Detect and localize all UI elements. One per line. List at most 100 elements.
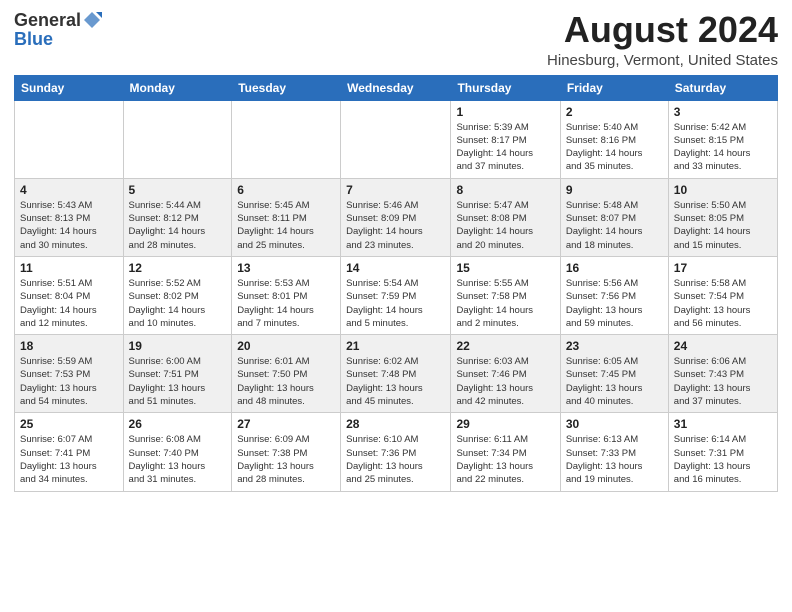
day-number: 16 (566, 261, 663, 275)
calendar-day-header: Thursday (451, 75, 560, 100)
day-info: Sunrise: 5:47 AM Sunset: 8:08 PM Dayligh… (456, 199, 554, 252)
header: General Blue August 2024 Hinesburg, Verm… (14, 10, 778, 69)
day-info: Sunrise: 6:13 AM Sunset: 7:33 PM Dayligh… (566, 433, 663, 486)
calendar-week-row: 18 Sunrise: 5:59 AM Sunset: 7:53 PM Dayli… (15, 335, 778, 413)
day-info: Sunrise: 5:48 AM Sunset: 8:07 PM Dayligh… (566, 199, 663, 252)
calendar-day-cell: 24 Sunrise: 6:06 AM Sunset: 7:43 PM Dayli… (668, 335, 777, 413)
calendar-day-header: Friday (560, 75, 668, 100)
day-number: 2 (566, 105, 663, 119)
day-info: Sunrise: 6:01 AM Sunset: 7:50 PM Dayligh… (237, 355, 335, 408)
title-area: August 2024 Hinesburg, Vermont, United S… (547, 10, 778, 69)
day-number: 22 (456, 339, 554, 353)
day-number: 3 (674, 105, 772, 119)
calendar-day-cell: 10 Sunrise: 5:50 AM Sunset: 8:05 PM Dayli… (668, 178, 777, 256)
day-number: 30 (566, 417, 663, 431)
calendar-empty-cell (232, 100, 341, 178)
calendar-day-header: Wednesday (341, 75, 451, 100)
day-number: 19 (129, 339, 227, 353)
day-number: 11 (20, 261, 118, 275)
day-number: 24 (674, 339, 772, 353)
calendar-day-cell: 5Sunrise: 5:44 AM Sunset: 8:12 PM Daylig… (123, 178, 232, 256)
day-number: 13 (237, 261, 335, 275)
day-info: Sunrise: 5:52 AM Sunset: 8:02 PM Dayligh… (129, 277, 227, 330)
calendar-header-row: SundayMondayTuesdayWednesdayThursdayFrid… (15, 75, 778, 100)
calendar-day-cell: 29 Sunrise: 6:11 AM Sunset: 7:34 PM Dayli… (451, 413, 560, 491)
calendar-day-cell: 20Sunrise: 6:01 AM Sunset: 7:50 PM Dayli… (232, 335, 341, 413)
day-info: Sunrise: 6:05 AM Sunset: 7:45 PM Dayligh… (566, 355, 663, 408)
day-number: 4 (20, 183, 118, 197)
page: General Blue August 2024 Hinesburg, Verm… (0, 0, 792, 612)
day-number: 12 (129, 261, 227, 275)
calendar-day-cell: 15 Sunrise: 5:55 AM Sunset: 7:58 PM Dayli… (451, 256, 560, 334)
day-info: Sunrise: 6:00 AM Sunset: 7:51 PM Dayligh… (129, 355, 227, 408)
calendar-day-cell: 30 Sunrise: 6:13 AM Sunset: 7:33 PM Dayli… (560, 413, 668, 491)
calendar-week-row: 4 Sunrise: 5:43 AM Sunset: 8:13 PM Daylig… (15, 178, 778, 256)
calendar-week-row: 1Sunrise: 5:39 AM Sunset: 8:17 PM Daylig… (15, 100, 778, 178)
logo-icon (82, 10, 102, 30)
day-number: 8 (456, 183, 554, 197)
calendar-day-cell: 9 Sunrise: 5:48 AM Sunset: 8:07 PM Daylig… (560, 178, 668, 256)
day-info: Sunrise: 5:46 AM Sunset: 8:09 PM Dayligh… (346, 199, 445, 252)
day-number: 31 (674, 417, 772, 431)
day-number: 28 (346, 417, 445, 431)
calendar-day-cell: 18 Sunrise: 5:59 AM Sunset: 7:53 PM Dayli… (15, 335, 124, 413)
day-info: Sunrise: 6:09 AM Sunset: 7:38 PM Dayligh… (237, 433, 335, 486)
calendar-day-cell: 26 Sunrise: 6:08 AM Sunset: 7:40 PM Dayli… (123, 413, 232, 491)
logo: General (14, 10, 103, 30)
day-number: 23 (566, 339, 663, 353)
calendar-day-cell: 6Sunrise: 5:45 AM Sunset: 8:11 PM Daylig… (232, 178, 341, 256)
calendar-day-cell: 25 Sunrise: 6:07 AM Sunset: 7:41 PM Dayli… (15, 413, 124, 491)
day-info: Sunrise: 6:08 AM Sunset: 7:40 PM Dayligh… (129, 433, 227, 486)
day-number: 25 (20, 417, 118, 431)
day-number: 17 (674, 261, 772, 275)
calendar-day-cell: 4 Sunrise: 5:43 AM Sunset: 8:13 PM Daylig… (15, 178, 124, 256)
calendar-day-cell: 31 Sunrise: 6:14 AM Sunset: 7:31 PM Dayli… (668, 413, 777, 491)
day-number: 26 (129, 417, 227, 431)
day-info: Sunrise: 6:11 AM Sunset: 7:34 PM Dayligh… (456, 433, 554, 486)
day-number: 5 (129, 183, 227, 197)
day-info: Sunrise: 5:50 AM Sunset: 8:05 PM Dayligh… (674, 199, 772, 252)
day-info: Sunrise: 5:53 AM Sunset: 8:01 PM Dayligh… (237, 277, 335, 330)
calendar-day-cell: 14Sunrise: 5:54 AM Sunset: 7:59 PM Dayli… (341, 256, 451, 334)
day-info: Sunrise: 6:10 AM Sunset: 7:36 PM Dayligh… (346, 433, 445, 486)
day-info: Sunrise: 5:43 AM Sunset: 8:13 PM Dayligh… (20, 199, 118, 252)
day-number: 7 (346, 183, 445, 197)
calendar-day-cell: 3Sunrise: 5:42 AM Sunset: 8:15 PM Daylig… (668, 100, 777, 178)
calendar-day-cell: 16 Sunrise: 5:56 AM Sunset: 7:56 PM Dayli… (560, 256, 668, 334)
day-number: 29 (456, 417, 554, 431)
day-number: 1 (456, 105, 554, 119)
calendar-day-cell: 17 Sunrise: 5:58 AM Sunset: 7:54 PM Dayli… (668, 256, 777, 334)
day-info: Sunrise: 5:51 AM Sunset: 8:04 PM Dayligh… (20, 277, 118, 330)
calendar-day-cell: 1Sunrise: 5:39 AM Sunset: 8:17 PM Daylig… (451, 100, 560, 178)
day-info: Sunrise: 5:55 AM Sunset: 7:58 PM Dayligh… (456, 277, 554, 330)
day-number: 21 (346, 339, 445, 353)
calendar: SundayMondayTuesdayWednesdayThursdayFrid… (14, 75, 778, 492)
day-number: 18 (20, 339, 118, 353)
calendar-day-cell: 19 Sunrise: 6:00 AM Sunset: 7:51 PM Dayli… (123, 335, 232, 413)
calendar-empty-cell (341, 100, 451, 178)
main-title: August 2024 (547, 10, 778, 50)
calendar-day-header: Tuesday (232, 75, 341, 100)
subtitle: Hinesburg, Vermont, United States (547, 52, 778, 69)
day-info: Sunrise: 6:06 AM Sunset: 7:43 PM Dayligh… (674, 355, 772, 408)
logo-general-text: General (14, 11, 81, 29)
day-number: 9 (566, 183, 663, 197)
day-info: Sunrise: 5:56 AM Sunset: 7:56 PM Dayligh… (566, 277, 663, 330)
day-info: Sunrise: 6:14 AM Sunset: 7:31 PM Dayligh… (674, 433, 772, 486)
calendar-day-cell: 28 Sunrise: 6:10 AM Sunset: 7:36 PM Dayli… (341, 413, 451, 491)
logo-blue-row: Blue (14, 30, 53, 48)
logo-blue-text: Blue (14, 30, 53, 48)
calendar-day-cell: 13 Sunrise: 5:53 AM Sunset: 8:01 PM Dayli… (232, 256, 341, 334)
day-info: Sunrise: 6:03 AM Sunset: 7:46 PM Dayligh… (456, 355, 554, 408)
day-info: Sunrise: 6:07 AM Sunset: 7:41 PM Dayligh… (20, 433, 118, 486)
day-number: 15 (456, 261, 554, 275)
day-info: Sunrise: 5:59 AM Sunset: 7:53 PM Dayligh… (20, 355, 118, 408)
calendar-day-header: Monday (123, 75, 232, 100)
calendar-day-cell: 12 Sunrise: 5:52 AM Sunset: 8:02 PM Dayli… (123, 256, 232, 334)
calendar-empty-cell (15, 100, 124, 178)
day-number: 10 (674, 183, 772, 197)
day-info: Sunrise: 5:40 AM Sunset: 8:16 PM Dayligh… (566, 121, 663, 174)
day-info: Sunrise: 5:58 AM Sunset: 7:54 PM Dayligh… (674, 277, 772, 330)
day-number: 14 (346, 261, 445, 275)
logo-area: General Blue (14, 10, 103, 48)
